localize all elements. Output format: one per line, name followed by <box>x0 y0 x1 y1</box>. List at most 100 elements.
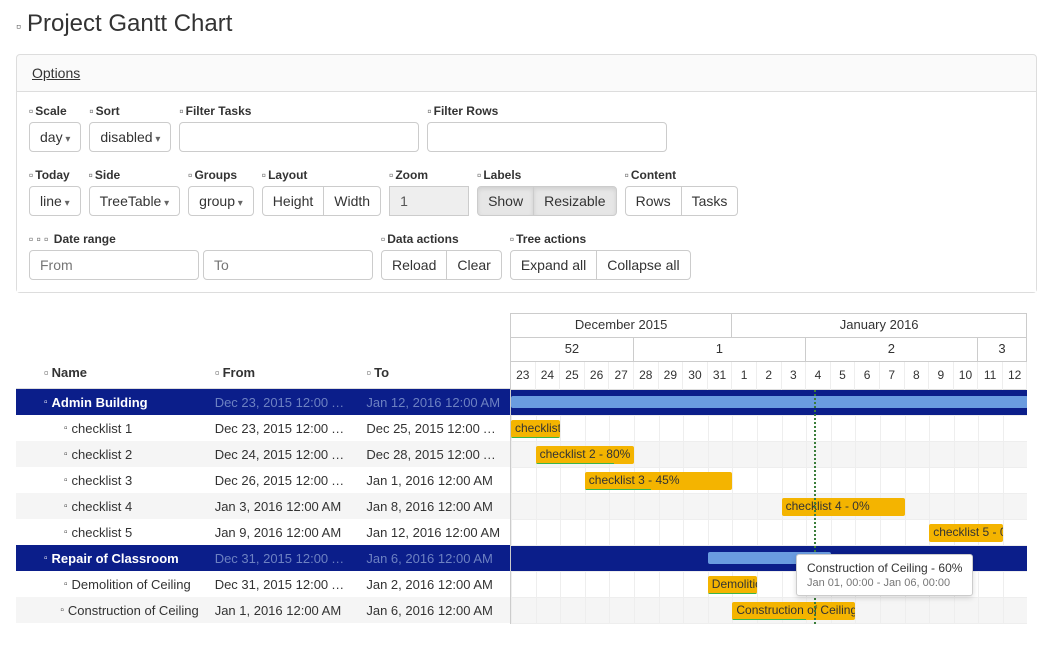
day-header: 5 <box>831 362 856 390</box>
day-header: 31 <box>708 362 733 390</box>
task-bar[interactable]: checklist 3 - 45% <box>585 472 733 490</box>
row-to: Jan 6, 2016 12:00 AM <box>358 551 510 566</box>
column-header-name[interactable]: ▫Name <box>16 357 207 388</box>
options-heading[interactable]: Options <box>17 55 1036 92</box>
task-bar[interactable]: checklist 4 - 0% <box>782 498 905 516</box>
day-header: 6 <box>855 362 880 390</box>
today-label: ▫Today <box>29 168 81 182</box>
timeline-row: Construction of Ceiling <box>511 598 1027 624</box>
timeline-row: checklist 1 - 100% <box>511 416 1027 442</box>
group-bar[interactable] <box>511 396 1027 408</box>
scale-label: ▫Scale <box>29 104 81 118</box>
week-header: 52 <box>511 338 634 362</box>
row-name-label: Admin Building <box>52 395 148 410</box>
day-header: 29 <box>659 362 684 390</box>
bullet-icon: ▫ <box>64 501 68 512</box>
progress-indicator <box>511 437 560 438</box>
row-from: Dec 31, 2015 12:00 AM <box>207 577 359 592</box>
bullet-icon: ▫ <box>64 423 68 434</box>
row-to: Jan 2, 2016 12:00 AM <box>358 577 510 592</box>
content-tasks-button[interactable]: Tasks <box>681 186 739 216</box>
groups-select[interactable]: group <box>188 186 254 216</box>
filter-tasks-input[interactable] <box>179 122 419 152</box>
clear-button[interactable]: Clear <box>446 250 501 280</box>
row-from: Dec 26, 2015 12:00 AM <box>207 473 359 488</box>
day-header: 4 <box>806 362 831 390</box>
zoom-input[interactable] <box>389 186 469 216</box>
tree-parent-row[interactable]: ▫ Admin BuildingDec 23, 2015 12:00 AMJan… <box>16 389 510 415</box>
options-toggle[interactable]: Options <box>32 65 80 81</box>
filter-rows-input[interactable] <box>427 122 667 152</box>
column-header-to[interactable]: ▫To <box>359 357 511 388</box>
tree-child-row[interactable]: ▫ Demolition of CeilingDec 31, 2015 12:0… <box>16 571 510 597</box>
collapse-icon[interactable]: ▫ <box>44 397 48 408</box>
row-from: Jan 3, 2016 12:00 AM <box>207 499 359 514</box>
progress-indicator <box>732 619 806 620</box>
row-name-label: checklist 5 <box>72 525 133 540</box>
day-header: 30 <box>683 362 708 390</box>
week-header: 3 <box>978 338 1027 362</box>
tree-child-row[interactable]: ▫ checklist 4Jan 3, 2016 12:00 AMJan 8, … <box>16 493 510 519</box>
layout-label: ▫Layout <box>262 168 381 182</box>
tree-child-row[interactable]: ▫ checklist 2Dec 24, 2015 12:00 AMDec 28… <box>16 441 510 467</box>
content-rows-button[interactable]: Rows <box>625 186 682 216</box>
tree-actions-label: ▫Tree actions <box>510 232 691 246</box>
gantt-chart: ▫Name ▫From ▫To ▫ Admin BuildingDec 23, … <box>16 313 1027 624</box>
today-select[interactable]: line <box>29 186 81 216</box>
task-bar[interactable]: Construction of Ceiling <box>732 602 855 620</box>
timeline-row <box>511 390 1027 416</box>
row-to: Jan 12, 2016 12:00 AM <box>358 395 510 410</box>
week-header: 2 <box>806 338 978 362</box>
task-bar[interactable]: checklist 1 - 100% <box>511 420 560 438</box>
layout-width-button[interactable]: Width <box>323 186 381 216</box>
timeline-row: checklist 4 - 0% <box>511 494 1027 520</box>
bullet-icon: ▫ <box>64 449 68 460</box>
row-from: Jan 9, 2016 12:00 AM <box>207 525 359 540</box>
labels-resizable-button[interactable]: Resizable <box>533 186 616 216</box>
options-panel: Options ▫Scale day ▫Sort disabled ▫Filte… <box>16 54 1037 293</box>
daterange-from-input[interactable] <box>29 250 199 280</box>
scale-select[interactable]: day <box>29 122 81 152</box>
row-name-label: Repair of Classroom <box>52 551 179 566</box>
month-header: December 2015 <box>511 314 732 338</box>
tree-child-row[interactable]: ▫ checklist 5 Jan 9, 2016 12:00 AMJan 12,… <box>16 519 510 545</box>
tree-child-row[interactable]: ▫ checklist 1Dec 23, 2015 12:00 AMDec 25… <box>16 415 510 441</box>
layout-height-button[interactable]: Height <box>262 186 324 216</box>
day-header: 7 <box>880 362 905 390</box>
page-title: ▫Project Gantt Chart <box>16 10 1037 38</box>
month-header: January 2016 <box>732 314 1027 338</box>
bullet-icon: ▫ <box>64 579 68 590</box>
expand-all-button[interactable]: Expand all <box>510 250 597 280</box>
bullet-icon: ▫ <box>64 527 68 538</box>
day-header: 9 <box>929 362 954 390</box>
column-header-from[interactable]: ▫From <box>207 357 359 388</box>
task-bar[interactable]: checklist 2 - 80% <box>536 446 634 464</box>
tree-panel: ▫Name ▫From ▫To ▫ Admin BuildingDec 23, … <box>16 313 510 624</box>
row-to: Jan 12, 2016 12:00 AM <box>358 525 510 540</box>
task-bar[interactable]: Demolition of Ceiling <box>708 576 757 594</box>
tree-body: ▫ Admin BuildingDec 23, 2015 12:00 AMJan… <box>16 389 510 623</box>
daterange-label: ▫ ▫ ▫ Date range <box>29 232 373 246</box>
day-header: 10 <box>954 362 979 390</box>
side-select[interactable]: TreeTable <box>89 186 181 216</box>
day-header: 26 <box>585 362 610 390</box>
day-header: 23 <box>511 362 536 390</box>
day-header: 3 <box>782 362 807 390</box>
reload-button[interactable]: Reload <box>381 250 447 280</box>
collapse-all-button[interactable]: Collapse all <box>596 250 690 280</box>
tree-child-row[interactable]: ▫ Construction of CeilingJan 1, 2016 12:… <box>16 597 510 623</box>
labels-show-button[interactable]: Show <box>477 186 534 216</box>
timeline-row: checklist 2 - 80% <box>511 442 1027 468</box>
row-from: Jan 1, 2016 12:00 AM <box>207 603 359 618</box>
tree-child-row[interactable]: ▫ checklist 3Dec 26, 2015 12:00 AMJan 1,… <box>16 467 510 493</box>
row-name-label: checklist 2 <box>72 447 133 462</box>
tree-parent-row[interactable]: ▫ Repair of ClassroomDec 31, 2015 12:00 … <box>16 545 510 571</box>
sort-label: ▫Sort <box>89 104 171 118</box>
collapse-icon[interactable]: ▫ <box>44 553 48 564</box>
day-header: 25 <box>560 362 585 390</box>
task-bar[interactable]: checklist 5 - 0% <box>929 524 1003 542</box>
day-header: 28 <box>634 362 659 390</box>
sort-select[interactable]: disabled <box>89 122 171 152</box>
daterange-to-input[interactable] <box>203 250 373 280</box>
row-to: Jan 1, 2016 12:00 AM <box>358 473 510 488</box>
